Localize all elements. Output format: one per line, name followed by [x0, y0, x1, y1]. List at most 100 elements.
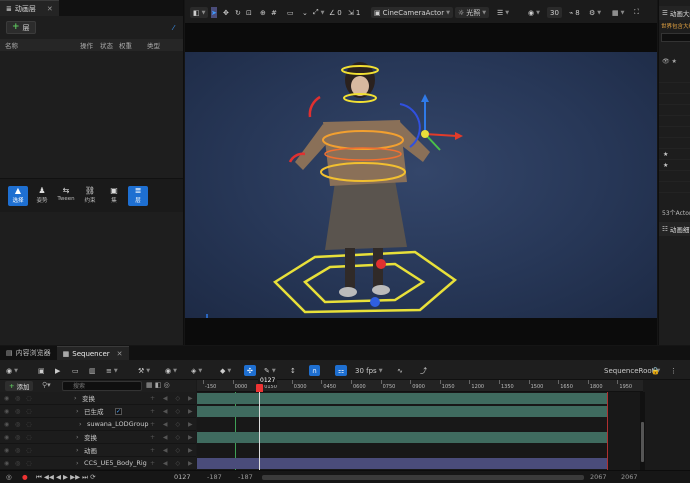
mode-button-5[interactable]: ≣ 层	[128, 186, 148, 206]
expand-icon[interactable]: ›	[79, 420, 82, 428]
column-type[interactable]: 类型	[147, 40, 160, 50]
outliner-filter-label[interactable]: 世界包含大纲	[661, 22, 690, 31]
visibility-dropdown[interactable]: ◉ ▼	[528, 7, 540, 18]
transport-controls[interactable]: ⏮ ◀◀ ◀ ▶ ▶▶ ⏭ ⟳	[36, 473, 96, 482]
view-mode-dropdown[interactable]: ☼ 光照 ▼	[455, 7, 490, 18]
playback-end-marker[interactable]	[607, 392, 608, 470]
track-row[interactable]: ◉ ◎ ◌ › 变换 + ◀ ◇ ▶	[0, 431, 196, 444]
settings-icon[interactable]: ◎	[6, 473, 12, 481]
scale-tool-button[interactable]: ⊡	[246, 7, 252, 18]
mode-button-2[interactable]: ⇆ Tween	[56, 186, 76, 206]
rotate-tool-button[interactable]: ↻	[235, 7, 241, 18]
snap-magnet-button[interactable]: ∩	[309, 365, 321, 376]
track-visibility-icons[interactable]: ◉ ◎ ◌	[4, 447, 34, 454]
keyframe-dropdown[interactable]: ◆ ▼	[220, 365, 231, 376]
track-row[interactable]: ◉ ◎ ◌ › 已生成 ✓ + ◀ ◇ ▶	[0, 405, 196, 418]
view-end-field[interactable]: 2067	[621, 473, 638, 481]
frame-snap-button[interactable]: ⚏	[335, 365, 348, 376]
list-item[interactable]	[659, 94, 690, 105]
view-start-field[interactable]: -187	[207, 473, 222, 481]
camera-cut-icon[interactable]: ▭	[72, 365, 79, 376]
list-item[interactable]	[659, 72, 690, 83]
playback-start-field[interactable]: -187	[238, 473, 253, 481]
list-item[interactable]	[659, 105, 690, 116]
expand-icon[interactable]: ›	[76, 407, 79, 415]
grid-snap-icon[interactable]: #	[271, 7, 277, 18]
view-options-dropdown[interactable]: ◉ ▼	[165, 365, 177, 376]
select-tool-button[interactable]: ➤	[211, 7, 217, 18]
track-visibility-icons[interactable]: ◉ ◎ ◌	[4, 408, 34, 415]
list-item[interactable]	[659, 116, 690, 127]
rotation-snap-icon[interactable]: ∠ 0	[329, 7, 342, 18]
tab-content-browser[interactable]: ▤ 内容浏览器	[0, 346, 57, 360]
fps-dropdown[interactable]: 30 fps ▼	[355, 365, 383, 376]
column-status[interactable]: 状态	[100, 40, 113, 50]
eye-icon[interactable]: 👁 ★	[662, 58, 677, 65]
list-item[interactable]	[659, 138, 690, 149]
track-area[interactable]	[197, 392, 643, 470]
filter-icon[interactable]: ⚲▾	[42, 381, 51, 389]
tab-animation-details[interactable]: ☷动画细节	[659, 222, 690, 236]
tab-sequencer[interactable]: ▦ Sequencer ✕	[56, 346, 129, 360]
vertical-scrollbar-thumb[interactable]	[641, 422, 644, 462]
spawned-checkbox[interactable]: ✓	[115, 408, 122, 415]
vertical-scrollbar[interactable]	[640, 392, 645, 470]
filter-options-icon[interactable]: ▦ ◧ ◎	[146, 381, 170, 389]
add-layer-button[interactable]: + 层	[6, 21, 36, 34]
location-snap-icon[interactable]: ⤢ ▼	[313, 7, 324, 18]
scale-snap-icon[interactable]: ⇲ 1	[348, 7, 360, 18]
transform-mode-dropdown[interactable]: ◧ ▼	[190, 7, 209, 18]
render-dropdown[interactable]: ≡ ▼	[106, 365, 118, 376]
wand-icon[interactable]: ⁄	[173, 24, 174, 32]
graph-icon[interactable]: ⤴	[420, 365, 427, 376]
track-key-controls[interactable]: + ◀ ◇ ▶	[150, 395, 196, 402]
list-item[interactable]	[659, 83, 690, 94]
add-track-button[interactable]: + 添加	[5, 381, 34, 391]
track-row[interactable]: ◉ ◎ ◌ › 动画 + ◀ ◇ ▶	[0, 444, 196, 457]
column-action[interactable]: 操作	[80, 40, 93, 50]
expand-icon[interactable]: ›	[76, 433, 79, 441]
list-item[interactable]	[659, 127, 690, 138]
search-input[interactable]	[62, 381, 142, 391]
mode-button-4[interactable]: ▣ 集	[104, 186, 124, 206]
expand-icon[interactable]: ›	[74, 394, 77, 402]
more-icon[interactable]: ⋮	[670, 365, 677, 376]
track-visibility-icons[interactable]: ◉ ◎ ◌	[4, 460, 34, 467]
list-item[interactable]	[659, 182, 690, 193]
close-icon[interactable]: ✕	[117, 350, 123, 358]
close-icon[interactable]: ✕	[47, 5, 53, 13]
mode-button-3[interactable]: ⛓ 约束	[80, 186, 100, 206]
playhead-line[interactable]	[259, 392, 260, 472]
world-space-icon[interactable]: ⊕	[260, 7, 266, 18]
mode-button-1[interactable]: ♟ 姿势	[32, 186, 52, 206]
list-item[interactable]	[659, 171, 690, 182]
track-key-controls[interactable]: + ◀ ◇ ▶	[150, 460, 196, 467]
show-flags-dropdown[interactable]: ☰ ▼	[497, 7, 509, 18]
outliner-search-input[interactable]	[661, 33, 690, 42]
track-visibility-icons[interactable]: ◉ ◎ ◌	[4, 395, 34, 402]
list-item[interactable]: ★	[659, 160, 690, 171]
mode-button-0[interactable]: ▲ 选择	[8, 186, 28, 206]
list-item[interactable]: ★	[659, 149, 690, 160]
tab-animation-layers[interactable]: ≣ 动画层 ✕	[0, 0, 59, 16]
snap-dropdown[interactable]: ⌄	[302, 7, 308, 18]
viewport-scene[interactable]	[185, 52, 657, 318]
surface-snap-icon[interactable]: ▭	[287, 7, 294, 18]
track-visibility-icons[interactable]: ◉ ◎ ◌	[4, 421, 34, 428]
curve-editor-icon[interactable]: ∿	[397, 365, 403, 376]
track-key-controls[interactable]: + ◀ ◇ ▶	[150, 408, 196, 415]
fov-field[interactable]: 30	[547, 7, 562, 18]
world-dropdown[interactable]: ◉ ▼	[6, 365, 18, 376]
render-movie-icon[interactable]: ▥	[89, 365, 96, 376]
move-tool-button[interactable]: ✥	[223, 7, 229, 18]
column-weight[interactable]: 权重	[119, 40, 132, 50]
tab-animation-outliner[interactable]: ☰动画大纲视图	[659, 6, 690, 20]
maximize-icon[interactable]: ⛶	[634, 7, 639, 18]
auto-key-button[interactable]: ✣	[244, 365, 256, 376]
curve-edit-dropdown[interactable]: ✎ ▼	[264, 365, 276, 376]
track-key-controls[interactable]: + ◀ ◇ ▶	[150, 447, 196, 454]
layout-dropdown[interactable]: ▦ ▼	[612, 7, 624, 18]
lock-icon[interactable]: 🔒	[651, 365, 660, 376]
camera-speed-icon[interactable]: ⌁ 8	[569, 7, 580, 18]
snap-options-icon[interactable]: ↕	[290, 365, 296, 376]
